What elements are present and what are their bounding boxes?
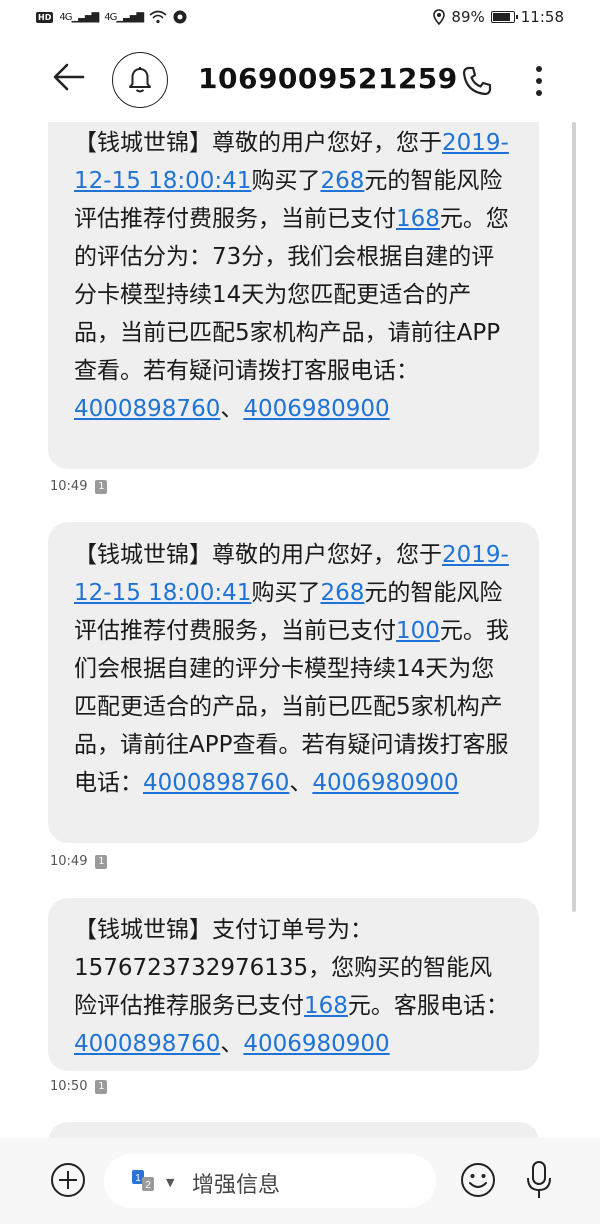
message-input-placeholder: 增强信息 xyxy=(192,1173,281,1198)
message-link[interactable]: 168 xyxy=(304,993,348,1019)
message-meta: 10:49 1 xyxy=(50,854,108,869)
message-text: 元。您的评估分为：73分，我们会根据自建的评分卡模型持续14天为您匹配更适合的产… xyxy=(74,206,509,384)
message-link[interactable]: 268 xyxy=(320,580,364,606)
notification-icon xyxy=(173,10,187,24)
more-vertical-icon[interactable] xyxy=(534,64,544,98)
phone-icon[interactable] xyxy=(460,64,494,98)
battery-icon xyxy=(490,11,518,23)
message-bubble-partial[interactable] xyxy=(48,1122,539,1138)
message-link[interactable]: 4006980900 xyxy=(312,770,458,796)
message-link[interactable]: 4000898760 xyxy=(143,770,289,796)
message-bubble[interactable]: 【钱城世锦】尊敬的用户您好，您于2019-12-15 18:00:41购买了26… xyxy=(48,522,539,843)
notification-toggle-button[interactable] xyxy=(112,52,168,108)
message-meta: 10:50 1 xyxy=(50,1079,108,1094)
message-input[interactable]: 1 2 ▼ 增强信息 xyxy=(104,1154,436,1208)
chevron-down-icon[interactable]: ▼ xyxy=(166,1176,174,1189)
message-text: 、 xyxy=(220,1031,244,1057)
microphone-icon[interactable] xyxy=(524,1160,554,1200)
wifi-icon xyxy=(149,10,167,24)
back-arrow-icon[interactable] xyxy=(52,60,86,94)
message-link[interactable]: 4000898760 xyxy=(74,396,220,422)
bell-icon xyxy=(129,67,151,93)
status-time: 11:58 xyxy=(520,8,564,26)
message-list[interactable]: 【钱城世锦】尊敬的用户您好，您于2019-12-15 18:00:41购买了26… xyxy=(0,122,600,1138)
compose-bar: 1 2 ▼ 增强信息 xyxy=(0,1138,600,1224)
svg-text:2: 2 xyxy=(145,1180,151,1191)
message-time: 10:49 xyxy=(50,854,88,869)
message-text: 、 xyxy=(289,770,313,796)
emoji-icon[interactable] xyxy=(460,1162,496,1198)
message-time: 10:49 xyxy=(50,479,88,494)
message-text: 【钱城世锦】尊敬的用户您好，您于 xyxy=(74,542,442,568)
message-link[interactable]: 4000898760 xyxy=(74,1031,220,1057)
conversation-header: 1069009521259 xyxy=(0,38,600,122)
hd-badge: HD xyxy=(36,11,54,23)
add-circle-icon[interactable] xyxy=(50,1162,86,1198)
message-bubble[interactable]: 【钱城世锦】尊敬的用户您好，您于2019-12-15 18:00:41购买了26… xyxy=(48,122,539,469)
message-bubble[interactable]: 【钱城世锦】支付订单号为：1576723732976135，您购买的智能风险评估… xyxy=(48,898,539,1071)
message-time: 10:50 xyxy=(50,1079,88,1094)
sim-badge: 1 xyxy=(95,1079,108,1094)
sim-badge: 1 xyxy=(95,854,108,869)
conversation-title: 1069009521259 xyxy=(198,62,458,95)
message-text: 【钱城世锦】尊敬的用户您好，您于 xyxy=(74,130,442,156)
message-link[interactable]: 4006980900 xyxy=(243,1031,389,1057)
message-link[interactable]: 100 xyxy=(396,618,440,644)
status-right: 89% 11:58 xyxy=(433,8,564,26)
signal-icon: 4G▁▃▅▇ xyxy=(104,11,144,23)
message-text: 购买了 xyxy=(251,168,321,194)
status-bar: HD 4G▁▃▅▇ 4G▁▃▅▇ 89% 11:58 xyxy=(0,0,600,38)
message-link[interactable]: 4006980900 xyxy=(243,396,389,422)
svg-text:1: 1 xyxy=(135,1173,141,1184)
message-link[interactable]: 268 xyxy=(320,168,364,194)
signal-icon: 4G▁▃▅▇ xyxy=(59,11,99,23)
scrollbar[interactable] xyxy=(572,122,576,912)
battery-fill xyxy=(492,13,510,21)
message-text: 元。客服电话： xyxy=(347,993,509,1019)
sim-badge: 1 xyxy=(95,479,108,494)
status-left: HD 4G▁▃▅▇ 4G▁▃▅▇ xyxy=(36,10,187,24)
message-text: 、 xyxy=(220,396,244,422)
message-link[interactable]: 168 xyxy=(396,206,440,232)
location-icon xyxy=(433,9,446,25)
sim-selector-icon[interactable]: 1 2 xyxy=(132,1170,156,1192)
message-text: 购买了 xyxy=(251,580,321,606)
battery-percent: 89% xyxy=(451,8,485,26)
message-meta: 10:49 1 xyxy=(50,479,108,494)
